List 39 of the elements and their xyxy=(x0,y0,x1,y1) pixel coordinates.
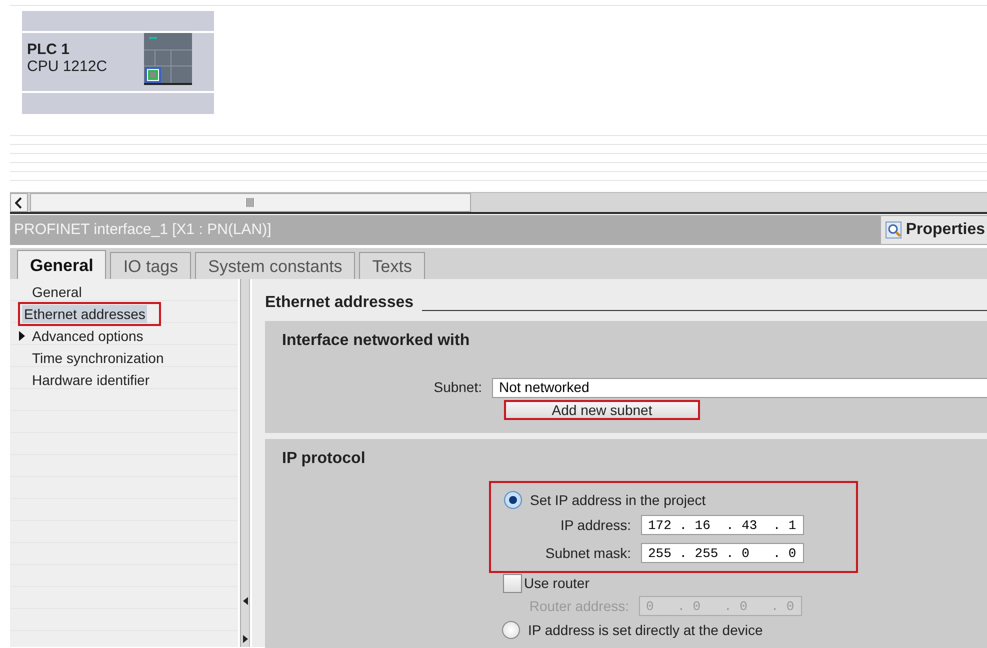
device-name: PLC 1 xyxy=(27,41,71,58)
magnifier-icon xyxy=(884,221,903,239)
nav-item[interactable]: Hardware identifier xyxy=(30,371,152,389)
radio-label: IP address is set directly at the device xyxy=(528,620,763,640)
nav-item[interactable]: General xyxy=(30,283,84,301)
chevron-left-icon xyxy=(15,196,23,208)
tab[interactable]: IO tags xyxy=(110,252,192,279)
collapse-left-icon[interactable] xyxy=(242,597,248,605)
field-label: Subnet mask: xyxy=(544,544,632,562)
radio-button[interactable] xyxy=(504,491,522,509)
nav-item[interactable]: Time synchronization xyxy=(30,349,166,367)
expand-arrow-icon[interactable] xyxy=(19,331,25,341)
properties-tab[interactable]: Properties xyxy=(880,216,987,244)
ip-address-field[interactable]: 172 . 16 . 43 . 1 xyxy=(641,515,804,535)
radio-button[interactable] xyxy=(502,621,520,639)
subnet-mask-field[interactable]: 255 . 255 . 0 . 0 xyxy=(641,543,804,563)
panel-title: PROFINET interface_1 [X1 : PN(LAN)] xyxy=(13,220,272,240)
tab[interactable]: General xyxy=(17,250,106,279)
nav-item[interactable]: Ethernet addresses xyxy=(22,305,148,323)
scroll-left-button[interactable] xyxy=(10,193,28,212)
add-subnet-button[interactable]: Add new subnet xyxy=(504,400,700,420)
section-heading: Ethernet addresses xyxy=(265,293,414,313)
scrollbar-thumb[interactable] xyxy=(30,193,471,212)
device-card[interactable]: PLC 1 CPU 1212C xyxy=(22,11,214,114)
field-label: Subnet: xyxy=(432,378,483,397)
group-title: IP protocol xyxy=(282,449,366,469)
tab[interactable]: System constants xyxy=(195,252,356,279)
field-label: IP address: xyxy=(559,516,632,534)
tab[interactable]: Texts xyxy=(359,252,425,279)
subnet-field[interactable]: Not networked xyxy=(492,378,987,398)
expand-right-icon[interactable] xyxy=(242,635,248,643)
nav-item[interactable]: Advanced options xyxy=(30,327,146,345)
radio-label: Set IP address in the project xyxy=(530,490,706,510)
checkbox-label: Use router xyxy=(524,574,590,592)
checkbox[interactable] xyxy=(503,574,522,592)
grip-icon xyxy=(246,198,255,207)
plc-module-icon xyxy=(144,33,192,85)
device-type: CPU 1212C xyxy=(27,58,108,75)
group-title: Interface networked with xyxy=(282,331,471,351)
